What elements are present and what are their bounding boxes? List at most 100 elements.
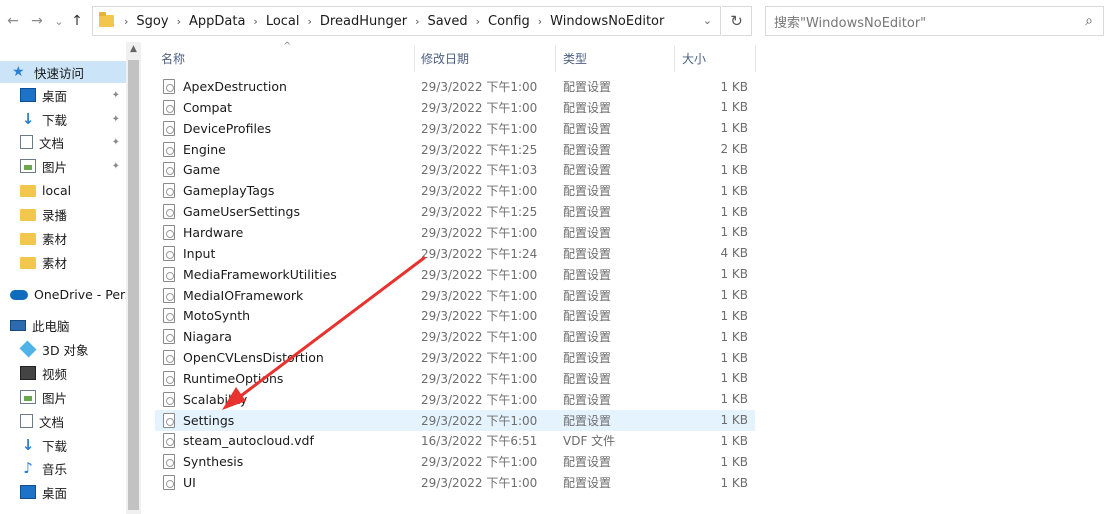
file-size: 1 KB xyxy=(720,225,748,240)
file-row[interactable]: Input 29/3/2022 下午1:24 配置设置 4 KB xyxy=(155,243,755,264)
file-row[interactable]: OpenCVLensDistortion 29/3/2022 下午1:00 配置设置… xyxy=(155,347,755,368)
scroll-up-arrow-icon[interactable]: ▲ xyxy=(126,44,141,58)
file-name: RuntimeOptions xyxy=(183,370,284,386)
file-row[interactable]: Niagara 29/3/2022 下午1:00 配置设置 1 KB xyxy=(155,326,755,347)
column-header-size[interactable]: 大小 xyxy=(682,42,706,74)
file-row[interactable]: GameplayTags 29/3/2022 下午1:00 配置设置 1 KB xyxy=(155,180,755,201)
sidebar-item-onedrive[interactable]: OneDrive - Pers xyxy=(0,283,126,305)
forward-button[interactable]: → xyxy=(28,10,46,32)
file-modified-date: 29/3/2022 下午1:00 xyxy=(421,330,538,345)
column-divider[interactable] xyxy=(414,46,415,72)
file-type: 配置设置 xyxy=(563,225,612,240)
file-modified-date: 29/3/2022 下午1:00 xyxy=(421,184,538,199)
scrollbar-thumb[interactable] xyxy=(128,60,139,510)
chevron-down-icon: ⌄ xyxy=(54,14,64,28)
sidebar-item-recordings[interactable]: 录播 xyxy=(0,203,126,225)
file-row[interactable]: Engine 29/3/2022 下午1:25 配置设置 2 KB xyxy=(155,139,755,160)
column-divider[interactable] xyxy=(755,46,756,72)
up-button[interactable]: ↑ xyxy=(68,10,86,32)
column-divider[interactable] xyxy=(674,46,675,72)
refresh-button[interactable]: ↻ xyxy=(722,6,752,36)
file-name: ApexDestruction xyxy=(183,79,287,94)
sidebar-item-desktop-pc[interactable]: 桌面 xyxy=(0,481,126,503)
search-placeholder: 搜索"WindowsNoEditor" xyxy=(774,15,927,31)
file-size: 1 KB xyxy=(720,121,748,136)
breadcrumb-item[interactable]: Saved xyxy=(427,14,467,29)
file-row[interactable]: Settings 29/3/2022 下午1:00 配置设置 1 KB xyxy=(155,409,755,431)
column-header-label: 修改日期 xyxy=(421,51,470,66)
folder-icon xyxy=(20,185,36,197)
file-type: 配置设置 xyxy=(563,142,612,157)
column-divider[interactable] xyxy=(555,46,556,72)
file-modified-date: 29/3/2022 下午1:00 xyxy=(421,288,538,303)
column-header-name[interactable]: 名称 xyxy=(161,42,185,74)
sidebar-item-label: OneDrive - Pers xyxy=(34,286,126,302)
breadcrumb-item[interactable]: Config xyxy=(488,14,530,29)
file-type: 配置设置 xyxy=(563,246,612,261)
file-row[interactable]: Hardware 29/3/2022 下午1:00 配置设置 1 KB xyxy=(155,222,755,243)
sidebar-item-3d-objects[interactable]: 3D 对象 xyxy=(0,338,126,360)
file-size: 1 KB xyxy=(720,413,748,428)
file-row[interactable]: DeviceProfiles 29/3/2022 下午1:00 配置设置 1 KB xyxy=(155,118,755,139)
file-row[interactable]: ApexDestruction 29/3/2022 下午1:00 配置设置 1 KB xyxy=(155,76,755,97)
file-type: 配置设置 xyxy=(563,121,612,136)
file-row[interactable]: MotoSynth 29/3/2022 下午1:00 配置设置 1 KB xyxy=(155,305,755,326)
sidebar-item-downloads[interactable]: ↓ 下载 ✦ xyxy=(0,108,126,130)
sidebar-item-music[interactable]: ♪ 音乐 xyxy=(0,457,126,479)
sidebar-item-label: 录播 xyxy=(42,207,68,223)
breadcrumb-item[interactable]: Local xyxy=(266,14,300,29)
recent-locations-button[interactable]: ⌄ xyxy=(50,10,68,32)
file-row[interactable]: GameUserSettings 29/3/2022 下午1:25 配置设置 1 KB xyxy=(155,201,755,222)
sidebar-item-desktop[interactable]: 桌面 ✦ xyxy=(0,84,126,106)
breadcrumb-separator: › xyxy=(124,14,129,28)
file-size: 1 KB xyxy=(720,267,748,282)
sidebar-item-downloads-pc[interactable]: ↓ 下载 xyxy=(0,434,126,456)
onedrive-icon xyxy=(10,290,28,300)
breadcrumb-item[interactable]: WindowsNoEditor xyxy=(550,14,664,29)
file-row[interactable]: Scalability 29/3/2022 下午1:00 配置设置 1 KB xyxy=(155,389,755,410)
sidebar-scrollbar[interactable]: ▲ xyxy=(126,42,141,514)
address-bar[interactable]: › Sgoy › AppData › Local › DreadHunger ›… xyxy=(92,6,721,36)
file-name: GameUserSettings xyxy=(183,204,300,220)
address-history-dropdown[interactable]: ⌄ xyxy=(703,14,712,27)
sidebar-item-label: 文档 xyxy=(39,135,65,151)
column-header-date[interactable]: 修改日期 xyxy=(421,42,469,74)
column-header-type[interactable]: 类型 xyxy=(563,42,587,74)
sidebar-item-videos[interactable]: 视频 xyxy=(0,362,126,384)
sidebar-item-pictures-pc[interactable]: 图片 xyxy=(0,386,126,408)
file-row[interactable]: UI 29/3/2022 下午1:00 配置设置 1 KB xyxy=(155,472,755,493)
file-size: 1 KB xyxy=(720,371,748,386)
file-type: VDF 文件 xyxy=(563,434,616,449)
sidebar-item-label: 下载 xyxy=(42,112,68,128)
file-row[interactable]: MediaIOFramework 29/3/2022 下午1:00 配置设置 1 KB xyxy=(155,285,755,306)
file-row[interactable]: steam_autocloud.vdf 16/3/2022 下午6:51 VDF 文… xyxy=(155,430,755,451)
sidebar-item-quick-access[interactable]: ★ 快速访问 xyxy=(0,61,126,83)
breadcrumb-item[interactable]: AppData xyxy=(189,14,245,29)
file-row[interactable]: Compat 29/3/2022 下午1:00 配置设置 1 KB xyxy=(155,97,755,118)
file-modified-date: 29/3/2022 下午1:24 xyxy=(421,246,538,261)
sidebar-item-documents-pc[interactable]: 文档 xyxy=(0,410,126,432)
search-input[interactable]: 搜索"WindowsNoEditor" ⌕ xyxy=(765,6,1104,36)
sidebar-item-this-pc[interactable]: 此电脑 xyxy=(0,314,126,336)
sidebar-item-local[interactable]: local xyxy=(0,179,126,201)
config-file-icon xyxy=(163,475,175,491)
sidebar-item-materials[interactable]: 素材 xyxy=(0,227,126,249)
config-file-icon xyxy=(163,308,175,324)
music-icon: ♪ xyxy=(23,459,33,477)
file-row[interactable]: RuntimeOptions 29/3/2022 下午1:00 配置设置 1 KB xyxy=(155,368,755,389)
sidebar-item-documents[interactable]: 文档 ✦ xyxy=(0,131,126,153)
sidebar-item-materials-2[interactable]: 素材 xyxy=(0,251,126,273)
sidebar-item-pictures[interactable]: 图片 ✦ xyxy=(0,155,126,177)
config-file-icon xyxy=(163,183,175,199)
file-size: 1 KB xyxy=(720,392,748,407)
file-row[interactable]: Synthesis 29/3/2022 下午1:00 配置设置 1 KB xyxy=(155,451,755,472)
file-row[interactable]: MediaFrameworkUtilities 29/3/2022 下午1:00 配… xyxy=(155,264,755,285)
back-button[interactable]: ← xyxy=(4,10,22,32)
breadcrumb-item[interactable]: DreadHunger xyxy=(320,14,407,29)
file-name: MediaIOFramework xyxy=(183,287,304,303)
config-file-icon xyxy=(163,162,175,178)
file-modified-date: 29/3/2022 下午1:00 xyxy=(421,413,538,428)
file-row[interactable]: Game 29/3/2022 下午1:03 配置设置 1 KB xyxy=(155,159,755,180)
breadcrumb-item[interactable]: Sgoy xyxy=(136,14,168,29)
file-modified-date: 16/3/2022 下午6:51 xyxy=(421,434,538,449)
